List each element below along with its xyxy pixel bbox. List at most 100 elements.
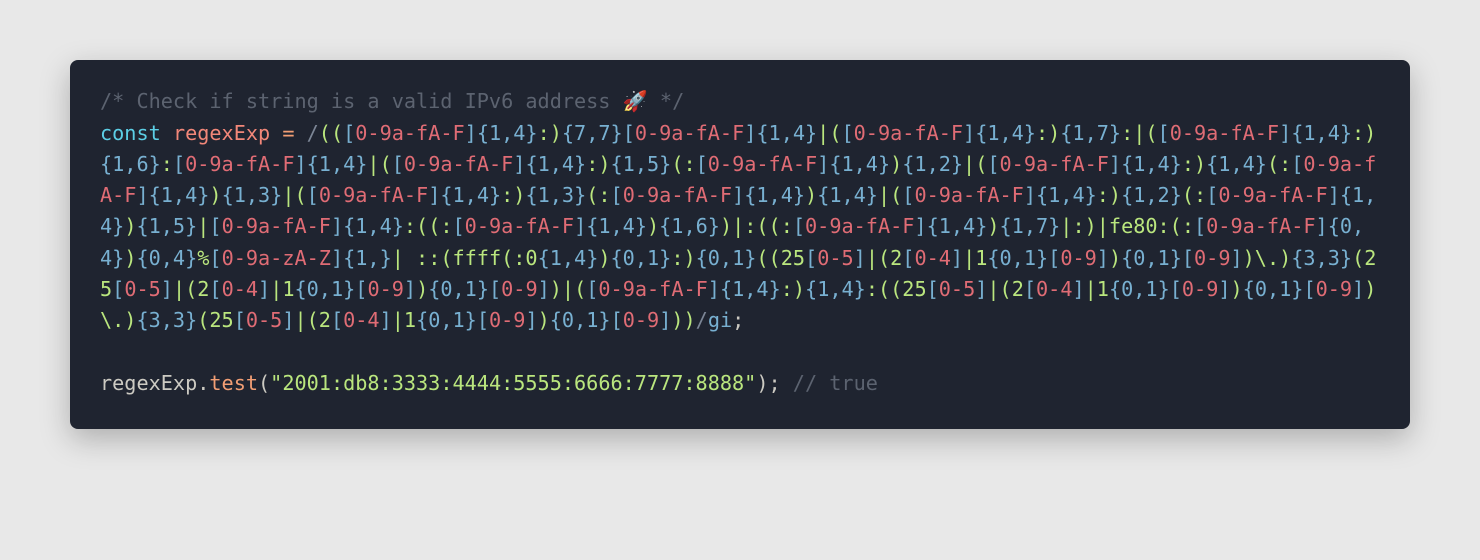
code-token: ]: [1231, 246, 1243, 270]
code-token: 0-9a-fA-F: [355, 121, 464, 145]
code-token: 0-9a-fA-F: [805, 214, 914, 238]
code-token: 0-4: [222, 277, 258, 301]
code-token: ]: [732, 183, 744, 207]
code-token: {1,4}: [307, 152, 368, 176]
code-token: (:: [1267, 152, 1291, 176]
code-token: */: [660, 89, 684, 113]
code-token: :): [1352, 121, 1376, 145]
code-token: 0-9: [501, 277, 537, 301]
code-token: ((: [319, 121, 343, 145]
code-token: ): [1109, 246, 1121, 270]
code-token: {1,5}: [611, 152, 672, 176]
code-token: ]: [465, 121, 477, 145]
code-token: 0-9a-fA-F: [1000, 152, 1109, 176]
code-token: {1,4}: [440, 183, 501, 207]
code-token: |1: [270, 277, 294, 301]
code-token: [: [1303, 277, 1315, 301]
code-token: |(2: [173, 277, 209, 301]
code-token: ): [124, 246, 136, 270]
code-token: 0-9: [623, 308, 659, 332]
code-token: [: [902, 246, 914, 270]
code-token: 0-9a-fA-F: [1218, 183, 1327, 207]
code-token: [294, 121, 306, 145]
code-token: ): [209, 183, 221, 207]
code-token: ): [538, 308, 550, 332]
code-token: 0-4: [343, 308, 379, 332]
code-token: [: [392, 152, 404, 176]
code-token: ]: [659, 308, 671, 332]
code-token: =: [282, 121, 294, 145]
code-token: ): [1231, 277, 1243, 301]
code-token: 0-9a-fA-F: [623, 183, 732, 207]
code-token: )): [671, 308, 695, 332]
code-token: 0-9a-fA-F: [598, 277, 707, 301]
code-token: :|(: [1121, 121, 1157, 145]
code-token: [: [453, 214, 465, 238]
code-token: [161, 121, 173, 145]
code-token: {1,4}: [756, 121, 817, 145]
code-token: )|(: [550, 277, 586, 301]
code-token: {1,7}: [1000, 214, 1061, 238]
code-token: |(: [817, 121, 841, 145]
code-token: ): [647, 214, 659, 238]
code-token: [: [234, 308, 246, 332]
code-token: [: [1194, 214, 1206, 238]
code-token: {1,4}: [817, 183, 878, 207]
code-token: :): [586, 152, 610, 176]
code-token: {3,3}: [136, 308, 197, 332]
code-token: 0-9a-fA-F: [185, 152, 294, 176]
code-token: 0-4: [914, 246, 950, 270]
code-token: ): [416, 277, 428, 301]
code-token: 0-9a-fA-F: [708, 152, 817, 176]
code-token: {7,7}: [562, 121, 623, 145]
code-token: [: [623, 121, 635, 145]
code-token: ]: [1328, 183, 1340, 207]
code-token: [: [805, 246, 817, 270]
code-token: ;: [732, 308, 744, 332]
code-token: regexExp: [173, 121, 270, 145]
code-token: [: [331, 308, 343, 332]
code-token: {0,4}: [136, 246, 197, 270]
code-token: ): [890, 152, 902, 176]
code-token: ]: [258, 277, 270, 301]
code-token: [: [489, 277, 501, 301]
code-token: {0,1}: [295, 277, 356, 301]
code-token: [: [611, 308, 623, 332]
code-token: ]: [404, 277, 416, 301]
code-token: ]: [380, 308, 392, 332]
code-token: |: [197, 214, 209, 238]
code-token: );: [756, 371, 780, 395]
code-token: ]: [1352, 277, 1364, 301]
code-token: [: [1048, 246, 1060, 270]
code-token: ): [805, 183, 817, 207]
code-token: |(2: [987, 277, 1023, 301]
code-token: {1,4}: [744, 183, 805, 207]
code-token: 0-9a-fA-F: [1206, 214, 1315, 238]
code-token: :: [161, 152, 173, 176]
code-token: |(2: [295, 308, 331, 332]
code-token: /: [696, 308, 708, 332]
code-token: | ::(ffff(:0: [392, 246, 538, 270]
code-token: {1,7}: [1060, 121, 1121, 145]
code-token: [270, 121, 282, 145]
code-token: [: [173, 152, 185, 176]
code-token: %: [197, 246, 209, 270]
code-token: [: [343, 121, 355, 145]
code-token: 🚀: [623, 89, 660, 113]
code-token: const: [100, 121, 161, 145]
code-token: {1,4}: [927, 214, 988, 238]
code-token: ((25: [756, 246, 805, 270]
code-token: {1,4}: [829, 152, 890, 176]
code-token: [: [927, 277, 939, 301]
code-token: 0-9: [1182, 277, 1218, 301]
code-token: ): [124, 214, 136, 238]
code-token: ]: [331, 214, 343, 238]
code-token: 0-5: [939, 277, 975, 301]
code-token: gi: [708, 308, 732, 332]
code-token: ]: [294, 152, 306, 176]
code-token: ]: [854, 246, 866, 270]
code-token: |(: [878, 183, 902, 207]
code-token: {1,3}: [222, 183, 283, 207]
code-token: {0,1}: [1121, 246, 1182, 270]
code-token: {1,4}: [477, 121, 538, 145]
